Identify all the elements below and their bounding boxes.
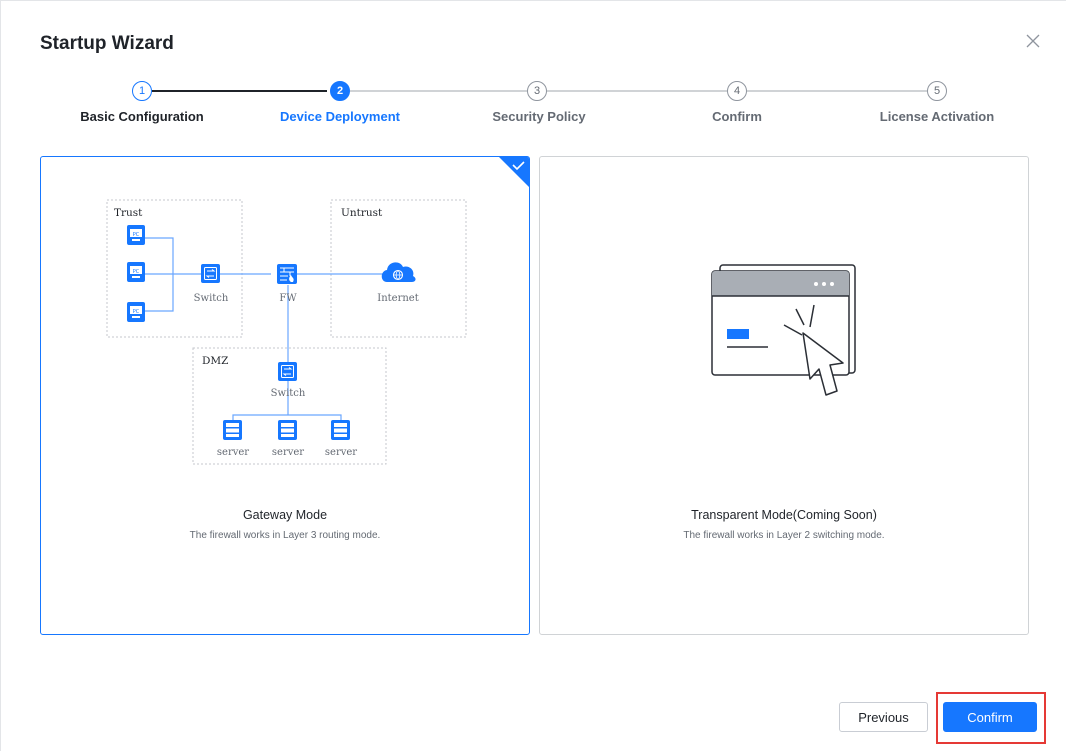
svg-text:PC: PC — [133, 269, 140, 275]
dialog-title: Startup Wizard — [40, 33, 174, 54]
step-1-label: Basic Configuration — [80, 109, 204, 124]
close-icon[interactable] — [1023, 31, 1043, 51]
dmz-switch-icon — [278, 362, 297, 381]
internet-label: Internet — [377, 293, 418, 304]
step-5-number: 5 — [927, 81, 947, 101]
gateway-mode-card[interactable]: Trust Untrust DMZ PC PC PC Switch FW Int… — [40, 156, 530, 635]
fw-label: FW — [279, 293, 297, 304]
gateway-mode-description: The firewall works in Layer 3 routing mo… — [189, 530, 381, 541]
step-2-number: 2 — [330, 81, 350, 101]
step-5-label: License Activation — [879, 109, 995, 124]
step-connector-1 — [152, 90, 327, 92]
pc-icon: PC — [127, 262, 145, 282]
pc-icon: PC — [127, 225, 145, 245]
transparent-mode-description: The firewall works in Layer 2 switching … — [683, 530, 885, 541]
step-1-number: 1 — [132, 81, 152, 101]
startup-wizard-dialog: Startup Wizard 1 2 3 4 5 Basic Configura… — [0, 0, 1066, 751]
switch-icon — [201, 264, 220, 283]
confirm-button[interactable]: Confirm — [943, 702, 1037, 732]
trust-zone-label: Trust — [114, 207, 143, 219]
transparent-mode-title: Transparent Mode(Coming Soon) — [691, 508, 877, 522]
transparent-mode-card[interactable]: Transparent Mode(Coming Soon) The firewa… — [539, 156, 1029, 635]
step-connector-2 — [350, 90, 527, 92]
previous-button[interactable]: Previous — [839, 702, 928, 732]
untrust-zone-label: Untrust — [341, 207, 383, 219]
server-label: server — [325, 447, 357, 458]
step-4-label: Confirm — [712, 109, 762, 124]
step-4-number: 4 — [727, 81, 747, 101]
svg-text:PC: PC — [133, 232, 140, 238]
internet-cloud-icon — [381, 262, 416, 282]
firewall-icon — [277, 264, 297, 284]
step-2-label: Device Deployment — [280, 109, 400, 124]
gateway-mode-title: Gateway Mode — [242, 508, 328, 522]
server-icon — [223, 420, 242, 440]
pc-icon: PC — [127, 302, 145, 322]
dmz-switch-label: Switch — [271, 388, 306, 399]
step-3-number: 3 — [527, 81, 547, 101]
step-3-label: Security Policy — [492, 109, 586, 124]
dmz-zone-label: DMZ — [202, 355, 228, 367]
server-label: server — [217, 447, 249, 458]
gateway-topology-diagram: Trust Untrust DMZ PC PC PC Switch FW Int… — [106, 199, 467, 465]
step-connector-4 — [747, 90, 927, 92]
switch-label: Switch — [194, 293, 229, 304]
svg-text:PC: PC — [133, 309, 140, 315]
server-icon — [331, 420, 350, 440]
server-icon — [278, 420, 297, 440]
server-label: server — [272, 447, 304, 458]
step-connector-3 — [547, 90, 727, 92]
browser-click-illustration — [711, 264, 856, 396]
